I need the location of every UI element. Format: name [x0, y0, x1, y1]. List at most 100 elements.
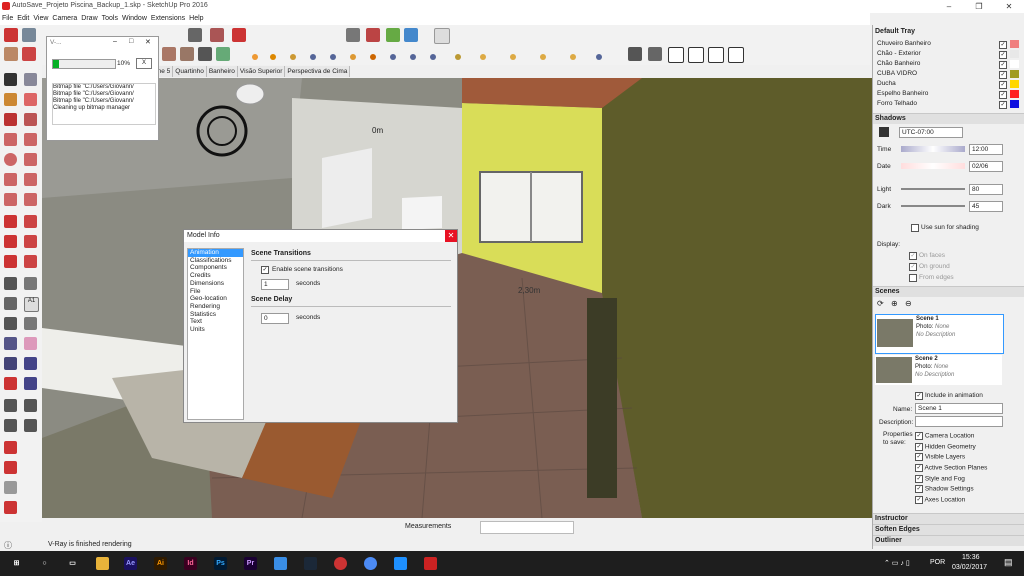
chrome-icon[interactable]	[364, 557, 377, 570]
scene-description-input[interactable]	[915, 416, 1003, 427]
texture-icon[interactable]	[216, 47, 230, 61]
vray-dome-icon[interactable]	[330, 54, 336, 60]
shadows-section-header[interactable]: Shadows	[873, 113, 1024, 124]
property-row[interactable]: ✓ Visible Layers	[915, 453, 1015, 464]
category-geo-location[interactable]: Geo-location	[188, 295, 243, 303]
warehouse-icon[interactable]	[4, 28, 18, 42]
category-text[interactable]: Text	[188, 318, 243, 326]
material-checkbox[interactable]: ✓	[999, 81, 1007, 89]
category-rendering[interactable]: Rendering	[188, 303, 243, 311]
menu-draw[interactable]: Draw	[79, 13, 99, 25]
date-slider[interactable]	[901, 163, 965, 169]
scene-item[interactable]: Scene 2 Photo: None No Description	[875, 355, 1002, 385]
text-tool-icon[interactable]: A1	[24, 297, 39, 312]
line-icon[interactable]	[4, 113, 17, 126]
followme-icon[interactable]	[24, 235, 37, 248]
right-view-icon[interactable]	[688, 47, 704, 63]
close-window-button[interactable]: ✕	[994, 0, 1024, 13]
menu-edit[interactable]: Edit	[15, 13, 31, 25]
refresh-scene-icon[interactable]: ⟳	[877, 299, 884, 308]
move-icon[interactable]	[22, 47, 36, 61]
tab-quartinho[interactable]: Quartinho	[173, 66, 207, 77]
category-dimensions[interactable]: Dimensions	[188, 280, 243, 288]
vray-light5-icon[interactable]	[570, 54, 576, 60]
vray-mesh-icon[interactable]	[370, 54, 376, 60]
section-icon[interactable]	[434, 28, 450, 44]
remove-scene-icon[interactable]: ⊖	[905, 299, 912, 308]
menu-view[interactable]: View	[31, 13, 50, 25]
language-indicator[interactable]: POR	[930, 559, 945, 566]
offset-icon[interactable]	[24, 255, 37, 268]
iso-view-icon[interactable]	[628, 47, 642, 61]
model-info-close-button[interactable]: ✕	[445, 230, 457, 242]
push-pull-icon[interactable]	[4, 47, 18, 61]
property-checkbox[interactable]: ✓	[915, 485, 923, 494]
category-units[interactable]: Units	[188, 326, 243, 334]
material-row[interactable]: Chão Banheiro ✓	[877, 59, 1019, 69]
property-checkbox[interactable]: ✓	[915, 474, 923, 483]
property-row[interactable]: ✓ Axes Location	[915, 496, 1015, 507]
menu-extensions[interactable]: Extensions	[149, 13, 187, 25]
vray-light4-icon[interactable]	[540, 54, 546, 60]
dark-input[interactable]: 45	[969, 201, 1003, 212]
category-file[interactable]: File	[188, 288, 243, 296]
cancel-render-button[interactable]: X	[136, 58, 152, 69]
property-checkbox[interactable]: ✓	[915, 442, 923, 451]
notification-icon[interactable]: ▤	[1004, 557, 1013, 568]
axes-icon[interactable]	[4, 317, 17, 330]
share-model-icon[interactable]	[4, 461, 17, 474]
property-checkbox[interactable]: ✓	[915, 432, 923, 440]
dialog-max-button[interactable]: □	[129, 38, 133, 45]
vray-settings-icon[interactable]	[596, 54, 602, 60]
use-sun-checkbox[interactable]	[911, 224, 919, 232]
extension-icon[interactable]	[22, 28, 36, 42]
tape-measure-icon[interactable]	[4, 277, 17, 290]
date-input[interactable]: 02/06	[969, 161, 1003, 172]
photoshop-icon[interactable]: Ps	[214, 557, 227, 570]
windows-start-icon[interactable]: ⊞	[10, 557, 23, 570]
top-view-icon[interactable]	[648, 47, 662, 61]
record-app-icon[interactable]	[334, 557, 347, 570]
component-make-icon[interactable]	[24, 73, 37, 86]
railing-icon[interactable]	[180, 47, 194, 61]
vray-sphere-icon[interactable]	[290, 54, 296, 60]
vray-camera-icon[interactable]	[310, 54, 316, 60]
material-checkbox[interactable]: ✓	[999, 71, 1007, 79]
light-slider[interactable]	[901, 188, 965, 190]
extension-warehouse-icon[interactable]	[4, 481, 17, 494]
material-checkbox[interactable]: ✓	[999, 101, 1007, 109]
material-checkbox[interactable]: ✓	[999, 91, 1007, 99]
material-checkbox[interactable]: ✓	[999, 41, 1007, 49]
illustrator-icon[interactable]: Ai	[154, 557, 167, 570]
category-credits[interactable]: Credits	[188, 272, 243, 280]
category-animation[interactable]: Animation	[188, 249, 243, 257]
category-components[interactable]: Components	[188, 264, 243, 272]
category-statistics[interactable]: Statistics	[188, 311, 243, 319]
instructor-section-header[interactable]: Instructor	[873, 513, 1024, 524]
scale-icon[interactable]	[4, 255, 17, 268]
material-row[interactable]: Forro Telhado ✓	[877, 99, 1019, 109]
menu-tools[interactable]: Tools	[100, 13, 120, 25]
zoom-extents-icon[interactable]	[4, 377, 17, 390]
time-slider[interactable]	[901, 146, 965, 152]
property-row[interactable]: ✓ Shadow Settings	[915, 485, 1015, 496]
scenes-section-header[interactable]: Scenes	[873, 286, 1024, 297]
front-view-icon[interactable]	[668, 47, 684, 63]
add-scene-icon[interactable]: ⊕	[891, 299, 898, 308]
premiere-icon[interactable]: Pr	[244, 557, 257, 570]
on-faces-checkbox[interactable]: ✓	[909, 252, 917, 260]
zoom-window-icon[interactable]	[24, 357, 37, 370]
material-checkbox[interactable]: ✓	[999, 61, 1007, 69]
pie-icon[interactable]	[24, 193, 37, 206]
enable-transitions-checkbox[interactable]: ✓	[261, 266, 269, 274]
vray-plane-icon[interactable]	[410, 54, 416, 60]
circle-icon[interactable]	[4, 153, 17, 166]
tray-icons[interactable]: ⌃ ▭ ♪ ▯	[884, 559, 910, 567]
steam-icon[interactable]	[304, 557, 317, 570]
rotate-icon[interactable]	[4, 235, 17, 248]
stairs-icon[interactable]	[162, 47, 176, 61]
task-view-icon[interactable]: ▭	[66, 557, 79, 570]
vray-proxy-icon[interactable]	[390, 54, 396, 60]
vray-render-icon[interactable]	[270, 54, 276, 60]
soften-edges-section-header[interactable]: Soften Edges	[873, 524, 1024, 535]
